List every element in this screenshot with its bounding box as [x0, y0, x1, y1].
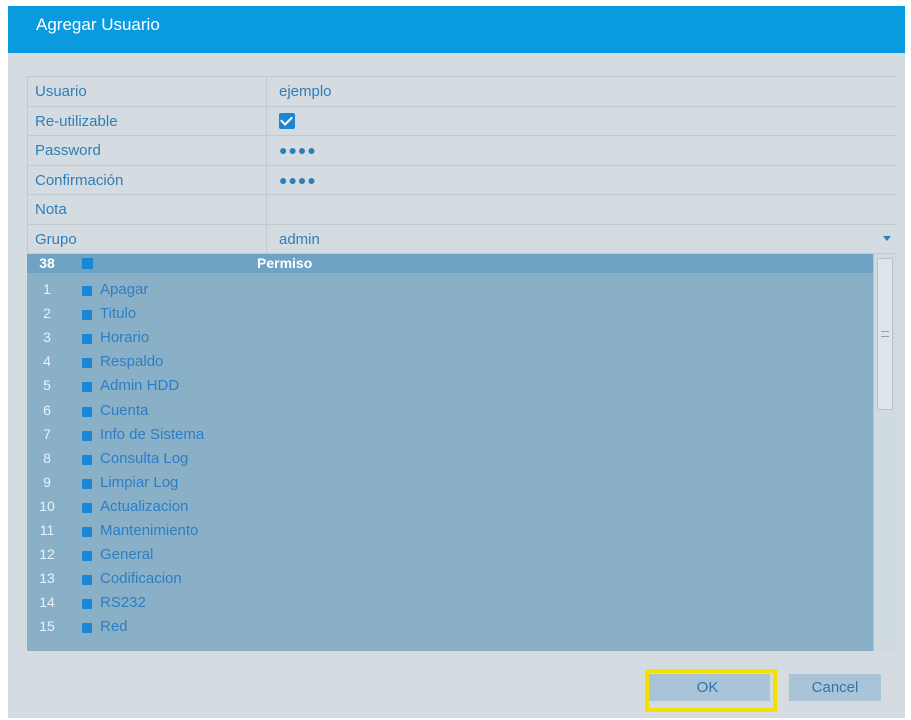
permission-name: Consulta Log	[100, 449, 189, 467]
permission-name: General	[100, 546, 154, 564]
permission-row[interactable]: 9 Limpiar Log	[27, 471, 873, 495]
permission-checkbox[interactable]	[82, 334, 92, 345]
permission-number: 13	[39, 570, 55, 587]
permission-name: Limpiar Log	[100, 473, 179, 491]
permission-number: 6	[43, 401, 51, 418]
permission-number: 5	[43, 377, 51, 394]
permission-number: 9	[43, 473, 51, 490]
permission-row[interactable]: 11 Mantenimiento	[27, 519, 873, 543]
permission-checkbox[interactable]	[82, 382, 92, 393]
confirmacion-label: Confirmación	[28, 165, 267, 194]
permissions-count: 38	[39, 255, 55, 271]
permission-row[interactable]: 14 RS232	[27, 591, 873, 615]
permission-checkbox[interactable]	[82, 527, 92, 537]
permission-name: Red	[100, 618, 128, 636]
select-all-checkbox[interactable]	[82, 258, 93, 269]
permission-name: Info de Sistema	[100, 425, 205, 443]
permission-number: 12	[39, 546, 55, 563]
scrollbar-thumb[interactable]	[877, 258, 893, 410]
permission-number: 2	[43, 305, 51, 322]
confirmacion-input[interactable]: ●●●●	[268, 166, 897, 195]
permission-name: Titulo	[100, 305, 137, 323]
nota-label: Nota	[28, 195, 267, 224]
permission-number: 1	[43, 281, 51, 297]
permission-checkbox[interactable]	[82, 599, 92, 610]
permission-number: 14	[39, 594, 55, 611]
permission-number: 7	[43, 425, 51, 442]
permission-row[interactable]: 1 Apagar	[27, 278, 873, 302]
permission-row[interactable]: 4 Respaldo	[27, 350, 873, 374]
permission-name: Cuenta	[100, 401, 149, 419]
permission-name: Mantenimiento	[100, 522, 199, 539]
permission-name: Horario	[100, 329, 150, 347]
permission-row[interactable]: 8 Consulta Log	[27, 447, 873, 471]
reutilizable-checkbox[interactable]	[279, 112, 295, 129]
nota-input[interactable]	[268, 195, 897, 224]
form-row-usuario: Usuario ejemplo	[27, 77, 897, 107]
permission-checkbox[interactable]	[82, 406, 92, 417]
reutilizable-label: Re-utilizable	[28, 106, 267, 135]
permission-name: Actualizacion	[100, 497, 189, 515]
permission-row[interactable]: 13 Codificacion	[27, 567, 873, 591]
permission-row[interactable]: 10 Actualizacion	[27, 495, 873, 519]
usuario-input[interactable]: ejemplo	[268, 77, 897, 106]
permission-checkbox[interactable]	[82, 286, 92, 296]
scroll-grip-icon	[881, 331, 889, 337]
permission-row[interactable]: 15 Red	[27, 615, 873, 639]
permission-number: 4	[43, 353, 51, 370]
permissions-header-label: Permiso	[257, 255, 313, 271]
form-row-nota: Nota	[27, 195, 897, 225]
permissions-list: 38 Permiso 1 Apagar 2 Titulo 3 Horario 4 Respal…	[27, 254, 897, 651]
permission-number: 15	[39, 618, 55, 635]
permission-row[interactable]: 5 Admin HDD	[27, 374, 873, 398]
form-row-grupo: Grupo admin	[27, 224, 897, 254]
permission-checkbox[interactable]	[82, 575, 92, 586]
permission-number: 3	[43, 329, 51, 346]
usuario-label: Usuario	[28, 77, 267, 106]
permission-row[interactable]: 6 Cuenta	[27, 399, 873, 423]
permission-number: 10	[39, 497, 55, 514]
permissions-header: 38 Permiso	[27, 254, 873, 273]
dialog-title: Agregar Usuario	[36, 15, 160, 34]
dialog-titlebar: Agregar Usuario	[8, 6, 905, 53]
permission-checkbox[interactable]	[82, 454, 92, 465]
permission-name: Admin HDD	[100, 377, 180, 395]
permission-row[interactable]: 12 General	[27, 543, 873, 567]
grupo-select[interactable]: admin	[268, 225, 897, 254]
password-label: Password	[28, 136, 267, 165]
permission-checkbox[interactable]	[82, 623, 92, 634]
permission-checkbox[interactable]	[82, 358, 92, 369]
permission-name: RS232	[100, 594, 146, 612]
user-form: Usuario ejemplo Re-utilizable Password ●…	[27, 76, 897, 254]
confirmacion-mask: ●●●●	[279, 171, 317, 188]
permission-number: 11	[39, 522, 55, 538]
cancel-button[interactable]: Cancel	[789, 674, 881, 701]
permission-name: Respaldo	[100, 353, 164, 371]
password-mask: ●●●●	[279, 142, 317, 158]
permission-checkbox[interactable]	[82, 430, 92, 441]
dropdown-arrow-icon[interactable]	[883, 235, 891, 241]
grupo-selected-value: admin	[279, 230, 320, 248]
ok-highlight-box	[645, 669, 777, 712]
form-row-password: Password ●●●●	[27, 136, 897, 166]
form-row-confirmacion: Confirmación ●●●●	[27, 165, 897, 195]
permission-row[interactable]: 2 Titulo	[27, 302, 873, 326]
permission-row[interactable]: 3 Horario	[27, 326, 873, 350]
form-row-reutilizable: Re-utilizable	[27, 106, 897, 136]
permission-name: Apagar	[100, 281, 149, 298]
permission-row[interactable]: 7 Info de Sistema	[27, 423, 873, 447]
permission-number: 8	[43, 449, 51, 466]
grupo-label: Grupo	[28, 224, 267, 253]
password-input[interactable]: ●●●●	[268, 136, 897, 165]
permission-checkbox[interactable]	[82, 502, 92, 513]
permission-checkbox[interactable]	[82, 478, 92, 489]
permissions-scrollbar[interactable]	[873, 254, 897, 651]
permission-checkbox[interactable]	[82, 310, 92, 321]
permission-name: Codificacion	[100, 570, 182, 588]
permission-checkbox[interactable]	[82, 551, 92, 562]
